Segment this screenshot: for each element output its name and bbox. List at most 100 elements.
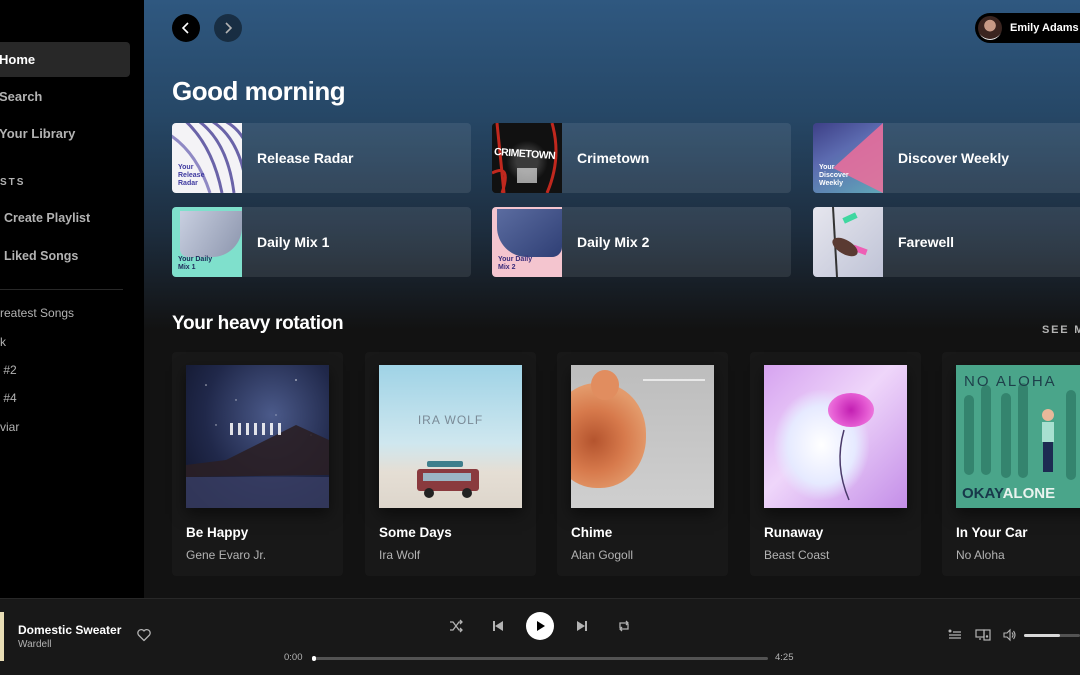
crimetown-cover: CRIMETOWN	[492, 123, 562, 193]
see-more-link[interactable]: SEE MORE	[1042, 324, 1080, 336]
liked-songs-link[interactable]: Liked Songs	[4, 249, 78, 263]
main-view: Emily Adams Good morning Your Release Ra…	[144, 0, 1080, 598]
nav-search-label: Search	[0, 89, 43, 104]
now-playing-cover[interactable]	[0, 612, 4, 661]
album-cover	[571, 365, 714, 508]
album-title: Be Happy	[186, 525, 249, 540]
now-playing-title[interactable]: Domestic Sweater	[18, 623, 121, 637]
volume-fill	[1024, 634, 1061, 637]
volume-slider[interactable]	[1024, 634, 1080, 637]
cover-text-top: NO ALOHA	[964, 373, 1057, 390]
play-button[interactable]	[526, 612, 554, 640]
cover-label: Your Release Radar	[178, 164, 205, 187]
album-title: Some Days	[379, 525, 452, 540]
skip-forward-icon	[577, 621, 587, 631]
album-artist[interactable]: Alan Gogoll	[571, 548, 633, 562]
album-card[interactable]: Be Happy Gene Evaro Jr.	[172, 352, 343, 576]
album-artist[interactable]: Beast Coast	[764, 548, 829, 562]
shortcut-discover-weekly[interactable]: Your Discover Weekly Discover Weekly	[813, 123, 1080, 193]
cover-text-alone: ALONE	[1002, 485, 1056, 502]
duration-time: 4:25	[775, 652, 794, 663]
section-title-heavy-rotation: Your heavy rotation	[172, 313, 344, 334]
playlist-item[interactable]: #2	[0, 363, 16, 377]
queue-button[interactable]	[947, 627, 963, 643]
album-artist[interactable]: Gene Evaro Jr.	[186, 548, 266, 562]
shortcut-daily-mix-1[interactable]: Your Daily Mix 1 Daily Mix 1	[172, 207, 471, 277]
album-title: Runaway	[764, 525, 824, 540]
skip-back-icon	[493, 621, 503, 631]
playlist-item[interactable]: viar	[0, 420, 19, 434]
chevron-left-icon	[181, 22, 189, 34]
playlists-section-label: STS	[0, 177, 26, 188]
shortcut-title: Farewell	[898, 234, 955, 250]
discover-weekly-cover: Your Discover Weekly	[813, 123, 883, 193]
album-card[interactable]: Chime Alan Gogoll	[557, 352, 728, 576]
now-playing-artist[interactable]: Wardell	[18, 639, 52, 650]
devices-icon	[975, 629, 991, 641]
repeat-button[interactable]	[615, 617, 633, 635]
cover-label: Your Daily Mix 1	[178, 256, 213, 271]
nav-home[interactable]: Home	[0, 42, 130, 77]
like-button[interactable]	[136, 627, 152, 643]
cover-text-okay: OKAY	[962, 485, 1003, 502]
shortcut-crimetown[interactable]: CRIMETOWN Crimetown	[492, 123, 791, 193]
chevron-right-icon	[225, 22, 233, 34]
nav-library-label: Your Library	[0, 126, 76, 141]
nav-home-label: Home	[0, 52, 36, 67]
sidebar-divider	[0, 289, 123, 290]
album-title: In Your Car	[956, 525, 1028, 540]
page-title: Good morning	[172, 76, 346, 106]
user-name: Emily Adams	[1010, 22, 1079, 34]
sidebar: Home Search Your Library STS Create Play…	[0, 0, 144, 598]
shortcut-title: Release Radar	[257, 150, 354, 166]
now-playing-bar: Domestic Sweater Wardell 0:00 4:25	[0, 598, 1080, 675]
heart-icon	[137, 628, 151, 642]
volume-icon	[1003, 628, 1016, 642]
shortcut-title: Discover Weekly	[898, 150, 1010, 166]
elapsed-time: 0:00	[284, 652, 303, 663]
mute-button[interactable]	[1002, 627, 1018, 643]
daily-mix-2-cover: Your Daily Mix 2	[492, 207, 562, 277]
shortcut-farewell[interactable]: Farewell	[813, 207, 1080, 277]
previous-button[interactable]	[489, 617, 507, 635]
daily-mix-1-cover: Your Daily Mix 1	[172, 207, 242, 277]
album-title: Chime	[571, 525, 613, 540]
album-artist[interactable]: Ira Wolf	[379, 548, 420, 562]
album-cover: IRA WOLF	[379, 365, 522, 508]
user-menu-button[interactable]: Emily Adams	[975, 13, 1080, 43]
album-card[interactable]: NO ALOHA OKAYALONE In Your Car No Aloha	[942, 352, 1080, 576]
release-radar-cover: Your Release Radar	[172, 123, 242, 193]
next-button[interactable]	[573, 617, 591, 635]
progress-handle[interactable]	[312, 656, 316, 661]
shortcut-title: Daily Mix 2	[577, 234, 650, 250]
create-playlist-button[interactable]: Create Playlist	[4, 211, 90, 225]
shortcut-release-radar[interactable]: Your Release Radar Release Radar	[172, 123, 471, 193]
back-button[interactable]	[172, 14, 200, 42]
playlist-item[interactable]: k	[0, 335, 6, 349]
album-card[interactable]: IRA WOLF Some Days Ira Wolf	[365, 352, 536, 576]
progress-bar[interactable]	[312, 656, 768, 661]
forward-button[interactable]	[214, 14, 242, 42]
nav-search[interactable]: Search	[0, 79, 130, 114]
album-cover: NO ALOHA OKAYALONE	[956, 365, 1080, 508]
shortcut-title: Crimetown	[577, 150, 650, 166]
cover-label: Your Discover Weekly	[819, 164, 849, 187]
farewell-cover	[813, 207, 883, 277]
shortcut-daily-mix-2[interactable]: Your Daily Mix 2 Daily Mix 2	[492, 207, 791, 277]
album-card[interactable]: Runaway Beast Coast	[750, 352, 921, 576]
repeat-icon	[619, 620, 629, 632]
queue-icon	[948, 629, 961, 639]
album-artist[interactable]: No Aloha	[956, 548, 1005, 562]
album-cover	[186, 365, 329, 508]
album-cover	[764, 365, 907, 508]
devices-button[interactable]	[975, 627, 991, 643]
shuffle-button[interactable]	[447, 617, 465, 635]
nav-your-library[interactable]: Your Library	[0, 116, 130, 151]
playlist-item[interactable]: #4	[0, 391, 16, 405]
avatar	[978, 16, 1002, 40]
cover-label: Your Daily Mix 2	[498, 256, 533, 271]
shortcut-title: Daily Mix 1	[257, 234, 330, 250]
shuffle-icon	[450, 619, 463, 633]
play-icon	[537, 621, 545, 631]
playlist-item[interactable]: reatest Songs	[0, 306, 74, 320]
